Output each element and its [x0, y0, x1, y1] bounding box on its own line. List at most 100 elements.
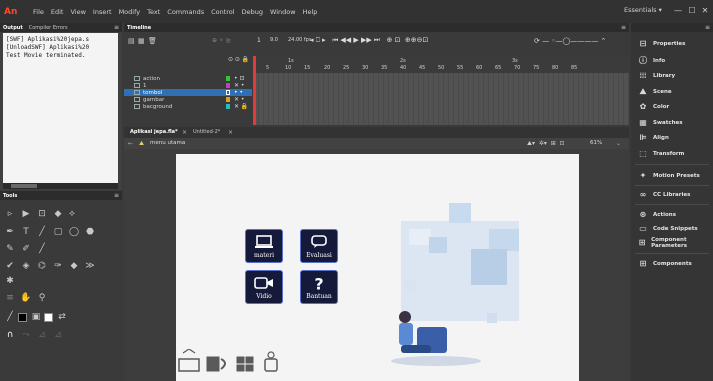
rotate-tool-icon[interactable]: ≡	[4, 292, 16, 304]
output-horizontal-scrollbar[interactable]	[3, 183, 118, 189]
hand-tool-icon[interactable]: ✋	[20, 292, 32, 304]
lasso-tool-icon[interactable]: ◆	[52, 208, 64, 220]
panel-actions[interactable]: ⊛ Actions	[631, 208, 713, 222]
back-arrow-icon[interactable]: ←	[128, 140, 133, 147]
width-tool-icon[interactable]: ≫	[84, 260, 96, 272]
menu-window[interactable]: Window	[270, 8, 296, 16]
panel-swatches[interactable]: ▦ Swatches	[631, 116, 713, 130]
panel-properties[interactable]: ⊟ Properties	[631, 37, 713, 51]
panel-transform[interactable]: ⬚ Transform	[631, 147, 713, 161]
stroke-color-icon[interactable]: ╱	[4, 311, 16, 323]
menu-insert[interactable]: Insert	[93, 8, 112, 16]
layer-name[interactable]: tombol	[143, 90, 162, 96]
snap-to-objects-icon[interactable]: ∩	[4, 329, 16, 341]
menu-help[interactable]: Help	[303, 8, 318, 16]
free-transform-tool-icon[interactable]: ⊡	[36, 208, 48, 220]
fill-color-swatch[interactable]	[44, 313, 53, 322]
zoom-slider[interactable]: ⟳ — ◦—◯———— ⌃	[534, 37, 606, 45]
straighten-icon[interactable]: ⊿	[36, 329, 48, 341]
polystar-tool-icon[interactable]: ⬣	[84, 226, 96, 238]
workspace-switcher[interactable]: Essentials ▾	[624, 6, 662, 14]
menu-file[interactable]: File	[33, 8, 44, 16]
tab-document-aplikasi[interactable]: Aplikasi jepa.fla*	[127, 129, 181, 135]
fps-rate[interactable]: 24.00 fps	[288, 37, 311, 43]
paint-brush-tool-icon[interactable]: ╱	[36, 243, 48, 255]
menu-edit[interactable]: Edit	[51, 8, 64, 16]
camera-tool-icon[interactable]: ✱	[4, 275, 16, 287]
menu-control[interactable]: Control	[211, 8, 235, 16]
polygon-tool-icon[interactable]: ⟡	[66, 208, 78, 220]
zoom-level[interactable]: 61%	[590, 140, 602, 146]
panel-menu-icon[interactable]: ≡	[114, 192, 119, 199]
minimize-button[interactable]: —	[672, 5, 684, 17]
close-button[interactable]: ✕	[699, 5, 711, 17]
menu-commands[interactable]: Commands	[167, 8, 204, 16]
vidio-button[interactable]: Vidio	[245, 270, 283, 304]
playhead[interactable]	[253, 56, 256, 125]
swap-colors-icon[interactable]: ⇄	[56, 311, 68, 323]
line-tool-icon[interactable]: ╱	[36, 226, 48, 238]
menu-modify[interactable]: Modify	[119, 8, 141, 16]
eraser-tool-icon[interactable]: ◆	[68, 260, 80, 272]
stroke-color-swatch[interactable]	[18, 313, 27, 322]
zoom-tool-icon[interactable]: ⚲	[36, 292, 48, 304]
panel-component-parameters[interactable]: ⊞ Component Parameters	[631, 236, 713, 250]
selection-tool-icon[interactable]: ▹	[4, 208, 16, 220]
panel-info[interactable]: ⓘ Info	[631, 54, 713, 68]
panel-menu-icon[interactable]: ≡	[114, 24, 119, 31]
layer-row[interactable]: gambar ✕ •	[124, 96, 252, 103]
layer-row[interactable]: 1 ✕ •	[124, 82, 252, 89]
bone-tool-icon[interactable]: ✔	[4, 260, 16, 272]
panel-cc-libraries[interactable]: ∞ CC Libraries	[631, 188, 713, 202]
pencil-tool-icon[interactable]: ✎	[4, 243, 16, 255]
delete-layer-icon[interactable]: 🗑	[148, 37, 157, 45]
frame-grid[interactable]: 1s 2s 3s 5 10 15 20 25 30 35 40 45 50 55…	[254, 56, 629, 125]
layer-row[interactable]: action • ⊡	[124, 75, 252, 82]
playback-controls[interactable]: ◂ ⎕ ▸ ⏮ ◀◀ ▶ ▶▶ ⏭ ⊕ ⊡ ⊕⊕⊖⊡	[310, 36, 428, 45]
layer-name[interactable]: 1	[143, 83, 147, 89]
layer-locked-icon[interactable]: ✕ 🔒	[234, 103, 248, 110]
pen-tool-icon[interactable]: ✒	[4, 226, 16, 238]
rectangle-tool-icon[interactable]: ▢	[52, 226, 64, 238]
subselection-tool-icon[interactable]: ▶	[20, 208, 32, 220]
layer-row[interactable]: bacground ✕ 🔒	[124, 103, 252, 110]
materi-button[interactable]: materi	[245, 229, 283, 263]
eye-lock-header-icon[interactable]: ⊙ ⊙ 🔒	[228, 56, 249, 63]
layer-name[interactable]: bacground	[143, 104, 172, 110]
scene-name[interactable]: menu utama	[150, 140, 185, 146]
scrollbar-thumb[interactable]	[11, 184, 37, 188]
output-text-area[interactable]: [SWF] Aplikasi%20jepa.s [UnloadSWF] Aplik…	[3, 33, 118, 183]
menu-debug[interactable]: Debug	[242, 8, 263, 16]
evaluasi-button[interactable]: Evaluasi	[300, 229, 338, 263]
layer-state-icon[interactable]: • •	[234, 89, 243, 96]
layer-state-icon[interactable]: • ⊡	[234, 75, 244, 82]
fps-value[interactable]: 9.0	[270, 37, 278, 43]
panel-scene[interactable]: ⛰ Scene	[631, 85, 713, 99]
layer-options-icon[interactable]: ⊕ ⚬ ⊵	[212, 37, 231, 44]
stage[interactable]: materi Evaluasi Vidio ? Bantuan	[176, 154, 579, 381]
layer-hidden-icon[interactable]: ✕ •	[234, 82, 244, 89]
tab-output[interactable]: Output	[0, 25, 26, 31]
layer-name[interactable]: action	[143, 76, 160, 82]
layer-hidden-icon[interactable]: ✕ •	[234, 96, 244, 103]
zoom-dropdown-icon[interactable]: ⌄	[616, 140, 621, 147]
tab-compiler-errors[interactable]: Compiler Errors	[26, 25, 71, 31]
panel-library[interactable]: 𝍖 Library	[631, 69, 713, 83]
oval-tool-icon[interactable]: ◯	[68, 226, 80, 238]
text-tool-icon[interactable]: T	[20, 226, 32, 238]
current-frame-value[interactable]: 1	[257, 37, 261, 44]
new-layer-icon[interactable]: ▤	[128, 37, 135, 45]
panel-color[interactable]: ✿ Color	[631, 100, 713, 114]
edit-symbols-icon[interactable]: ⛰▾ ✲▾ ⊞ ⊡	[527, 140, 565, 148]
panel-components[interactable]: ⊞ Components	[631, 257, 713, 271]
panel-menu-icon[interactable]: ≡	[621, 24, 626, 31]
close-tab-icon[interactable]: ×	[228, 129, 233, 136]
eyedropper-tool-icon[interactable]: ✑	[52, 260, 64, 272]
layer-name[interactable]: gambar	[143, 97, 164, 103]
bantuan-button[interactable]: ? Bantuan	[300, 270, 338, 304]
new-folder-icon[interactable]: ▦	[138, 37, 145, 45]
ink-bottle-tool-icon[interactable]: ⌬	[36, 260, 48, 272]
tab-document-untitled[interactable]: Untitled-2*	[190, 129, 223, 135]
option-icon[interactable]: ⊿	[52, 329, 64, 341]
smooth-icon[interactable]: ⤳	[20, 329, 32, 341]
